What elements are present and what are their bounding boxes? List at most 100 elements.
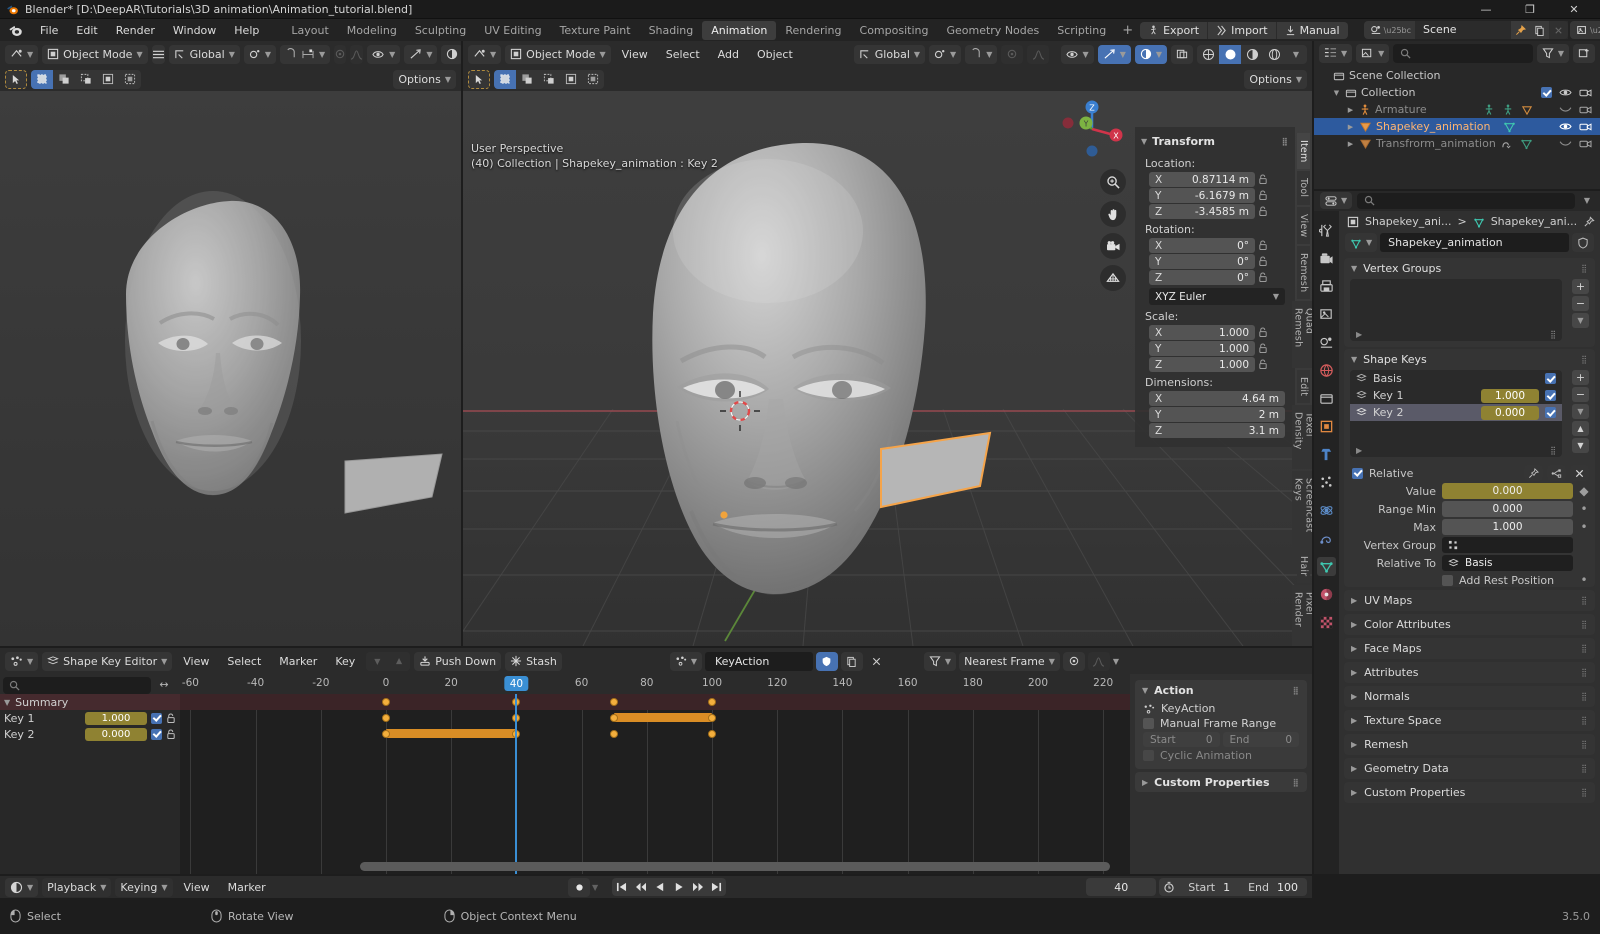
nla-up-icon[interactable]: ▼ <box>388 652 410 671</box>
custom-properties-header[interactable]: ▶ Custom Properties ⣿ <box>1135 772 1307 792</box>
clear-shapekey-icon[interactable] <box>1570 465 1589 481</box>
keyframe[interactable] <box>610 698 619 706</box>
channel-summary[interactable]: ▼ Summary <box>0 694 180 710</box>
shape-key-mute-checkbox[interactable] <box>1545 407 1556 418</box>
collection-checkbox[interactable] <box>1541 87 1552 98</box>
gizmo-toggle-right[interactable]: ▼ <box>1097 44 1131 64</box>
menu-window[interactable]: Window <box>164 22 225 39</box>
move-shape-key-down-button[interactable]: ▼ <box>1572 438 1589 453</box>
n-tab-view[interactable]: View <box>1297 206 1310 245</box>
transform-orientation-left[interactable]: Global ▼ <box>168 44 240 64</box>
snapping-right[interactable]: ▼ <box>965 44 998 64</box>
scale-x-row[interactable]: X 1.000 <box>1149 325 1271 340</box>
armature-data-icon[interactable] <box>1502 104 1514 116</box>
n-tab-item[interactable]: Item <box>1297 133 1310 170</box>
lock-rotation-x-icon[interactable] <box>1255 240 1271 251</box>
lock-scale-x-icon[interactable] <box>1255 327 1271 338</box>
rotation-z-row[interactable]: Z 0° <box>1149 270 1271 285</box>
properties-options-chevron-icon[interactable]: ▼ <box>1580 196 1594 205</box>
shapekey-value-row[interactable]: Value 0.000 ◆ <box>1350 483 1589 499</box>
lock-location-y-icon[interactable] <box>1255 190 1271 201</box>
editor-type-selector-left[interactable]: ▼ <box>5 44 39 64</box>
dopesheet-filter-button[interactable]: ▼ <box>923 651 957 671</box>
viewlayer-selector[interactable]: \u25bc ViewLayer <box>1570 21 1600 39</box>
panel-face-maps[interactable]: ▶ Face Maps ⣿ <box>1344 638 1595 659</box>
viewport-left[interactable]: ▼ Object Mode ▼ Global ▼ ▼ ▼ ▼ ▼ Options… <box>0 41 461 646</box>
add-rest-position-row[interactable]: Add Rest Position • <box>1350 573 1589 587</box>
channel-mute-checkbox[interactable] <box>151 728 162 740</box>
stash-button[interactable]: Stash <box>505 651 562 671</box>
lock-rotation-z-icon[interactable] <box>1255 272 1271 283</box>
camera-view-button[interactable] <box>1100 233 1126 259</box>
cyclic-animation-row[interactable]: Cyclic Animation <box>1143 749 1299 762</box>
eye-icon[interactable] <box>1559 87 1572 98</box>
keying-menu[interactable]: Keying ▼ <box>115 877 173 897</box>
workspace-tab-animation[interactable]: Animation <box>702 20 777 40</box>
jump-to-prev-keyframe-button[interactable] <box>631 878 650 896</box>
keyframe[interactable] <box>708 730 716 738</box>
play-reverse-button[interactable] <box>650 878 669 896</box>
viewport-left-canvas[interactable] <box>0 91 461 646</box>
shape-key-row-key-2[interactable]: Key 2 0.000 <box>1350 404 1562 421</box>
falloff-left[interactable] <box>350 44 364 64</box>
options-dropdown-right[interactable]: Options ▼ <box>1244 69 1307 89</box>
outliner[interactable]: ▼ ▼ ▼ Scene Collection ▼ Collection ▶ Ar… <box>1314 41 1600 189</box>
vertex-groups-list[interactable]: ▶ ⣿ <box>1350 279 1562 341</box>
keyframe-range-bar[interactable] <box>386 729 517 738</box>
shape-key-mute-checkbox[interactable] <box>1545 373 1556 384</box>
workspace-tab-uv-editing[interactable]: UV Editing <box>475 21 550 40</box>
rendered-shading-icon[interactable] <box>1263 45 1285 64</box>
viewport-menu-view[interactable]: View <box>615 46 655 63</box>
outliner-row-collection[interactable]: ▼ Collection <box>1314 84 1600 101</box>
physics-tab-icon[interactable] <box>1317 501 1336 520</box>
add-vertex-group-button[interactable]: + <box>1572 279 1589 294</box>
viewport-left-menu-icon[interactable] <box>151 44 165 64</box>
camera-icon[interactable] <box>1579 121 1592 132</box>
output-tab-icon[interactable] <box>1317 277 1336 296</box>
n-tab-tool[interactable]: Tool <box>1297 171 1310 205</box>
new-action-icon[interactable] <box>840 651 863 671</box>
channel-lock-icon[interactable] <box>166 712 176 724</box>
viewport-right[interactable]: ▼ Object Mode ▼ View Select Add Object G… <box>463 41 1312 646</box>
dopesheet-mode-selector[interactable]: Shape Key Editor ▼ <box>42 651 173 671</box>
viewport-menu-object[interactable]: Object <box>750 46 800 63</box>
panel-geometry-data[interactable]: ▶ Geometry Data ⣿ <box>1344 758 1595 779</box>
location-x-row[interactable]: X 0.87114 m <box>1149 172 1271 187</box>
keyframe[interactable] <box>382 714 390 722</box>
new-collection-icon[interactable] <box>1573 43 1595 63</box>
relative-checkbox[interactable] <box>1352 467 1363 479</box>
gizmo-toggle-left[interactable]: ▼ <box>404 44 438 64</box>
shape-key-mute-checkbox[interactable] <box>1545 390 1556 401</box>
falloff-dopesheet-icon[interactable] <box>1087 651 1110 671</box>
expand-triangle-icon[interactable]: ▶ <box>1346 140 1355 148</box>
overlay-toggle-right[interactable]: ▼ <box>1134 44 1167 64</box>
outliner-row-shapekey-animation[interactable]: ▶ Shapekey_animation <box>1314 118 1600 135</box>
snap-mode-dropdown[interactable]: Nearest Frame ▼ <box>959 651 1060 671</box>
dimensions-x-row[interactable]: X 4.64 m <box>1149 391 1285 406</box>
zoom-view-button[interactable] <box>1100 169 1126 195</box>
unlink-action-icon[interactable] <box>866 652 888 671</box>
pan-view-button[interactable] <box>1100 201 1126 227</box>
tool-select-box-left[interactable] <box>5 69 27 89</box>
properties-search-input[interactable] <box>1357 192 1575 209</box>
panel-uv-maps[interactable]: ▶ UV Maps ⣿ <box>1344 590 1595 611</box>
jump-to-next-keyframe-button[interactable] <box>688 878 707 896</box>
shading-options-chevron-icon[interactable]: ▼ <box>1285 45 1307 64</box>
tool-select-box-right[interactable] <box>468 69 490 89</box>
keyframe[interactable] <box>708 698 716 706</box>
n-tab-remesh[interactable]: Remesh <box>1297 246 1310 300</box>
workspace-tab-geometry-nodes[interactable]: Geometry Nodes <box>937 21 1048 40</box>
collection-tab-icon[interactable] <box>1317 389 1336 408</box>
constraints-tab-icon[interactable] <box>1317 529 1336 548</box>
object-mode-selector-right[interactable]: Object Mode ▼ <box>505 44 611 64</box>
select-intersect-icon[interactable] <box>560 70 582 89</box>
falloff-right[interactable] <box>1027 44 1050 64</box>
tool-tab-icon[interactable] <box>1317 221 1336 240</box>
workspace-tab-texture-paint[interactable]: Texture Paint <box>551 21 640 40</box>
playhead[interactable] <box>515 694 518 874</box>
properties-editor-type[interactable]: ▼ <box>1320 192 1353 209</box>
shape-keys-list[interactable]: Basis Key 1 1.000 Key 2 0.000 ▶ ⣿ <box>1350 370 1562 457</box>
manual-frame-range-row[interactable]: Manual Frame Range <box>1143 717 1299 730</box>
solid-shading-icon[interactable] <box>1219 44 1241 64</box>
expand-triangle-icon[interactable]: ▶ <box>1346 123 1355 131</box>
